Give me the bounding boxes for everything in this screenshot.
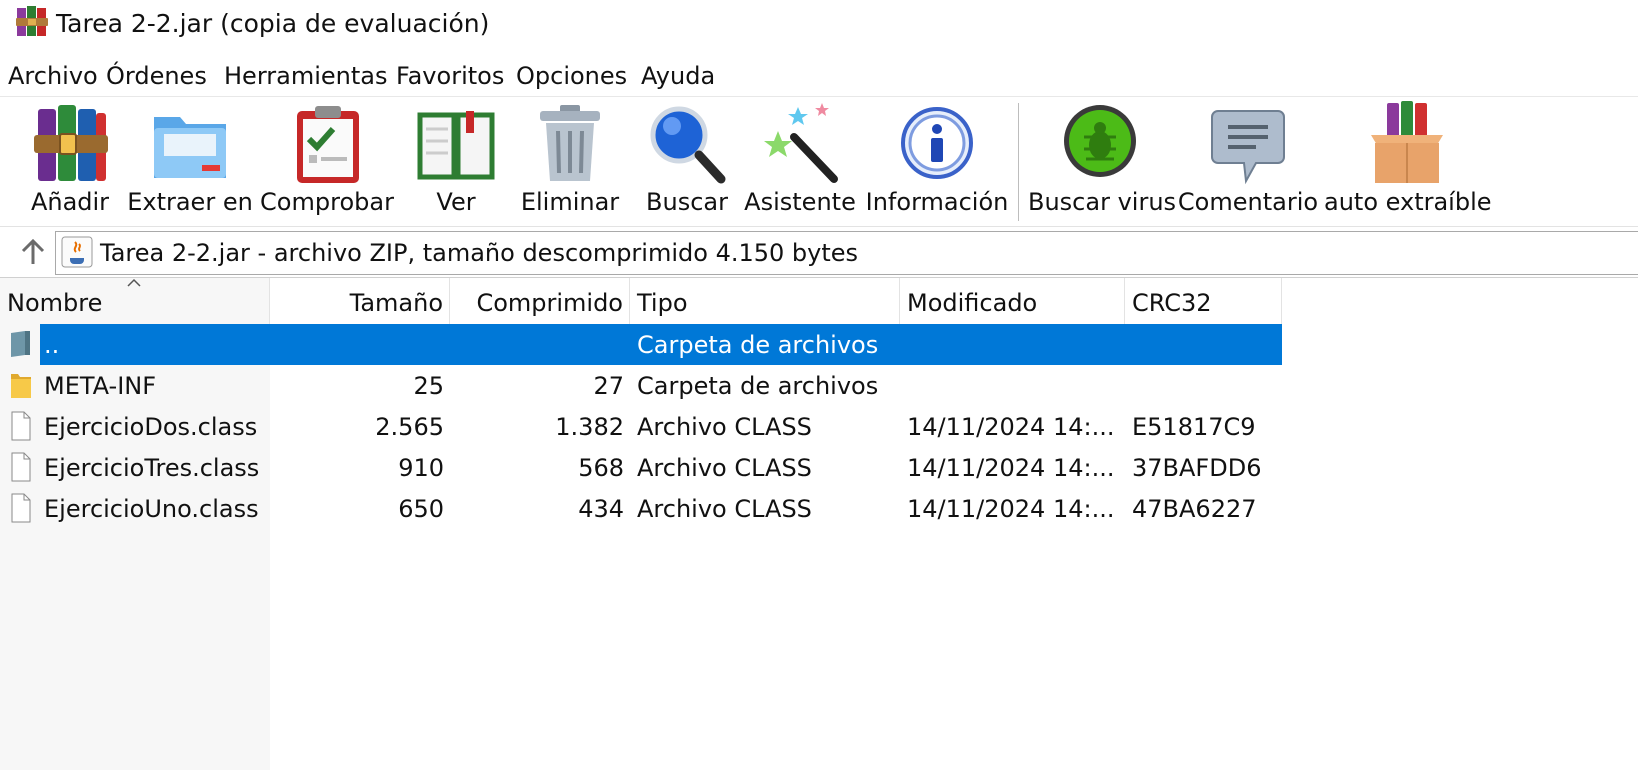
- sfx-box-icon: [1371, 101, 1443, 183]
- address-text: Tarea 2-2.jar - archivo ZIP, tamaño desc…: [100, 239, 859, 267]
- winrar-books-icon: [16, 6, 48, 36]
- address-field[interactable]: Tarea 2-2.jar - archivo ZIP, tamaño desc…: [55, 231, 1638, 275]
- java-file-icon: [61, 236, 93, 268]
- table-row-ejerciciotres[interactable]: EjercicioTres.class 910 568 Archivo CLAS…: [0, 447, 1282, 488]
- table-row-ejerciciodos[interactable]: EjercicioDos.class 2.565 1.382 Archivo C…: [0, 406, 1282, 447]
- cell-modified: 14/11/2024 14:...: [907, 413, 1115, 441]
- cell-modified: 14/11/2024 14:...: [907, 454, 1115, 482]
- header-crc32[interactable]: CRC32: [1125, 278, 1282, 324]
- header-name[interactable]: Nombre: [0, 278, 270, 324]
- cell-size: 25: [413, 372, 444, 400]
- menu-herramientas[interactable]: Herramientas: [224, 58, 387, 94]
- view-label: Ver: [436, 188, 476, 216]
- wizard-wand-icon: [764, 103, 838, 183]
- header-name-label: Nombre: [7, 289, 103, 317]
- cell-type: Archivo CLASS: [637, 495, 812, 523]
- magnifier-icon: [650, 106, 726, 184]
- up-arrow-icon[interactable]: [16, 234, 50, 270]
- header-modified[interactable]: Modificado: [900, 278, 1125, 324]
- find-button[interactable]: Buscar: [632, 97, 742, 225]
- header-size[interactable]: Tamaño: [270, 278, 450, 324]
- menu-favoritos[interactable]: Favoritos: [396, 58, 504, 94]
- menu-ordenes[interactable]: Órdenes: [106, 58, 207, 94]
- add-button[interactable]: Añadir: [20, 97, 120, 225]
- file-icon: [11, 411, 31, 441]
- folder-icon: [11, 374, 31, 398]
- file-icon: [11, 493, 31, 523]
- comment-button[interactable]: Comentario: [1176, 97, 1320, 225]
- cell-type: Archivo CLASS: [637, 454, 812, 482]
- comment-icon: [1211, 110, 1285, 185]
- title-bar: Tarea 2-2.jar (copia de evaluación): [0, 0, 1638, 48]
- cell-crc32: 47BA6227: [1132, 495, 1257, 523]
- test-label: Comprobar: [260, 188, 394, 216]
- menu-archivo[interactable]: Archivo: [8, 58, 98, 94]
- view-book-icon: [417, 111, 495, 180]
- comment-label: Comentario: [1177, 188, 1319, 216]
- cell-size: 650: [398, 495, 444, 523]
- cell-name: EjercicioDos.class: [44, 413, 258, 441]
- cell-crc32: 37BAFDD6: [1132, 454, 1262, 482]
- cell-packed: 568: [578, 454, 624, 482]
- sfx-button[interactable]: auto extraíble: [1324, 97, 1492, 225]
- cell-size: 2.565: [375, 413, 444, 441]
- window-title: Tarea 2-2.jar (copia de evaluación): [56, 9, 490, 38]
- column-header-row: Nombre Tamaño Comprimido Tipo Modificado…: [0, 278, 1282, 324]
- test-button[interactable]: Comprobar: [256, 97, 398, 225]
- trash-icon: [540, 105, 600, 181]
- cell-name: ..: [44, 331, 60, 359]
- cell-packed: 27: [593, 372, 624, 400]
- file-icon: [11, 452, 31, 482]
- extract-folder-icon: [154, 117, 226, 178]
- table-row-meta-inf[interactable]: META-INF 25 27 Carpeta de archivos: [0, 365, 1282, 406]
- virus-scan-button[interactable]: Buscar virus: [1028, 97, 1177, 225]
- info-label: Información: [865, 188, 1009, 216]
- delete-label: Eliminar: [520, 188, 620, 216]
- info-button[interactable]: Información: [862, 97, 1012, 225]
- cell-name: EjercicioUno.class: [44, 495, 259, 523]
- file-list: Nombre Tamaño Comprimido Tipo Modificado…: [0, 278, 1638, 770]
- cell-name: EjercicioTres.class: [44, 454, 260, 482]
- cell-type: Archivo CLASS: [637, 413, 812, 441]
- add-archive-icon: [34, 105, 108, 181]
- cell-type: Carpeta de archivos: [637, 372, 879, 400]
- cell-modified: 14/11/2024 14:...: [907, 495, 1115, 523]
- sfx-label: auto extraíble: [1324, 188, 1492, 216]
- cell-type: Carpeta de archivos: [637, 331, 879, 359]
- cell-packed: 434: [578, 495, 624, 523]
- extract-to-button[interactable]: Extraer en: [126, 97, 254, 225]
- cell-name: META-INF: [44, 372, 157, 400]
- extract-to-label: Extraer en: [127, 188, 253, 216]
- toolbar-separator: [1018, 103, 1019, 221]
- header-type[interactable]: Tipo: [630, 278, 900, 324]
- virus-scan-label: Buscar virus: [1028, 188, 1177, 216]
- add-label: Añadir: [30, 188, 110, 216]
- menu-ayuda[interactable]: Ayuda: [641, 58, 715, 94]
- table-row-ejerciciouno[interactable]: EjercicioUno.class 650 434 Archivo CLASS…: [0, 488, 1282, 529]
- test-clipboard-icon: [297, 106, 359, 183]
- toolbar: Añadir Extraer en Comprobar Ver Eliminar…: [0, 96, 1638, 225]
- wizard-label: Asistente: [744, 188, 856, 216]
- find-label: Buscar: [646, 188, 728, 216]
- delete-button[interactable]: Eliminar: [514, 97, 626, 225]
- virus-scan-icon: [1064, 105, 1136, 177]
- address-bar: Tarea 2-2.jar - archivo ZIP, tamaño desc…: [0, 226, 1638, 278]
- table-row-parent[interactable]: .. Carpeta de archivos: [0, 324, 1282, 365]
- menu-opciones[interactable]: Opciones: [516, 58, 627, 94]
- cell-crc32: E51817C9: [1132, 413, 1256, 441]
- sort-ascending-icon: [127, 278, 141, 287]
- view-button[interactable]: Ver: [406, 97, 506, 225]
- header-packed[interactable]: Comprimido: [450, 278, 630, 324]
- parent-folder-icon: [11, 331, 30, 357]
- menu-bar: Archivo Órdenes Herramientas Favoritos O…: [0, 58, 1638, 94]
- cell-packed: 1.382: [555, 413, 624, 441]
- wizard-button[interactable]: Asistente: [744, 97, 856, 225]
- cell-size: 910: [398, 454, 444, 482]
- info-icon: [901, 107, 973, 179]
